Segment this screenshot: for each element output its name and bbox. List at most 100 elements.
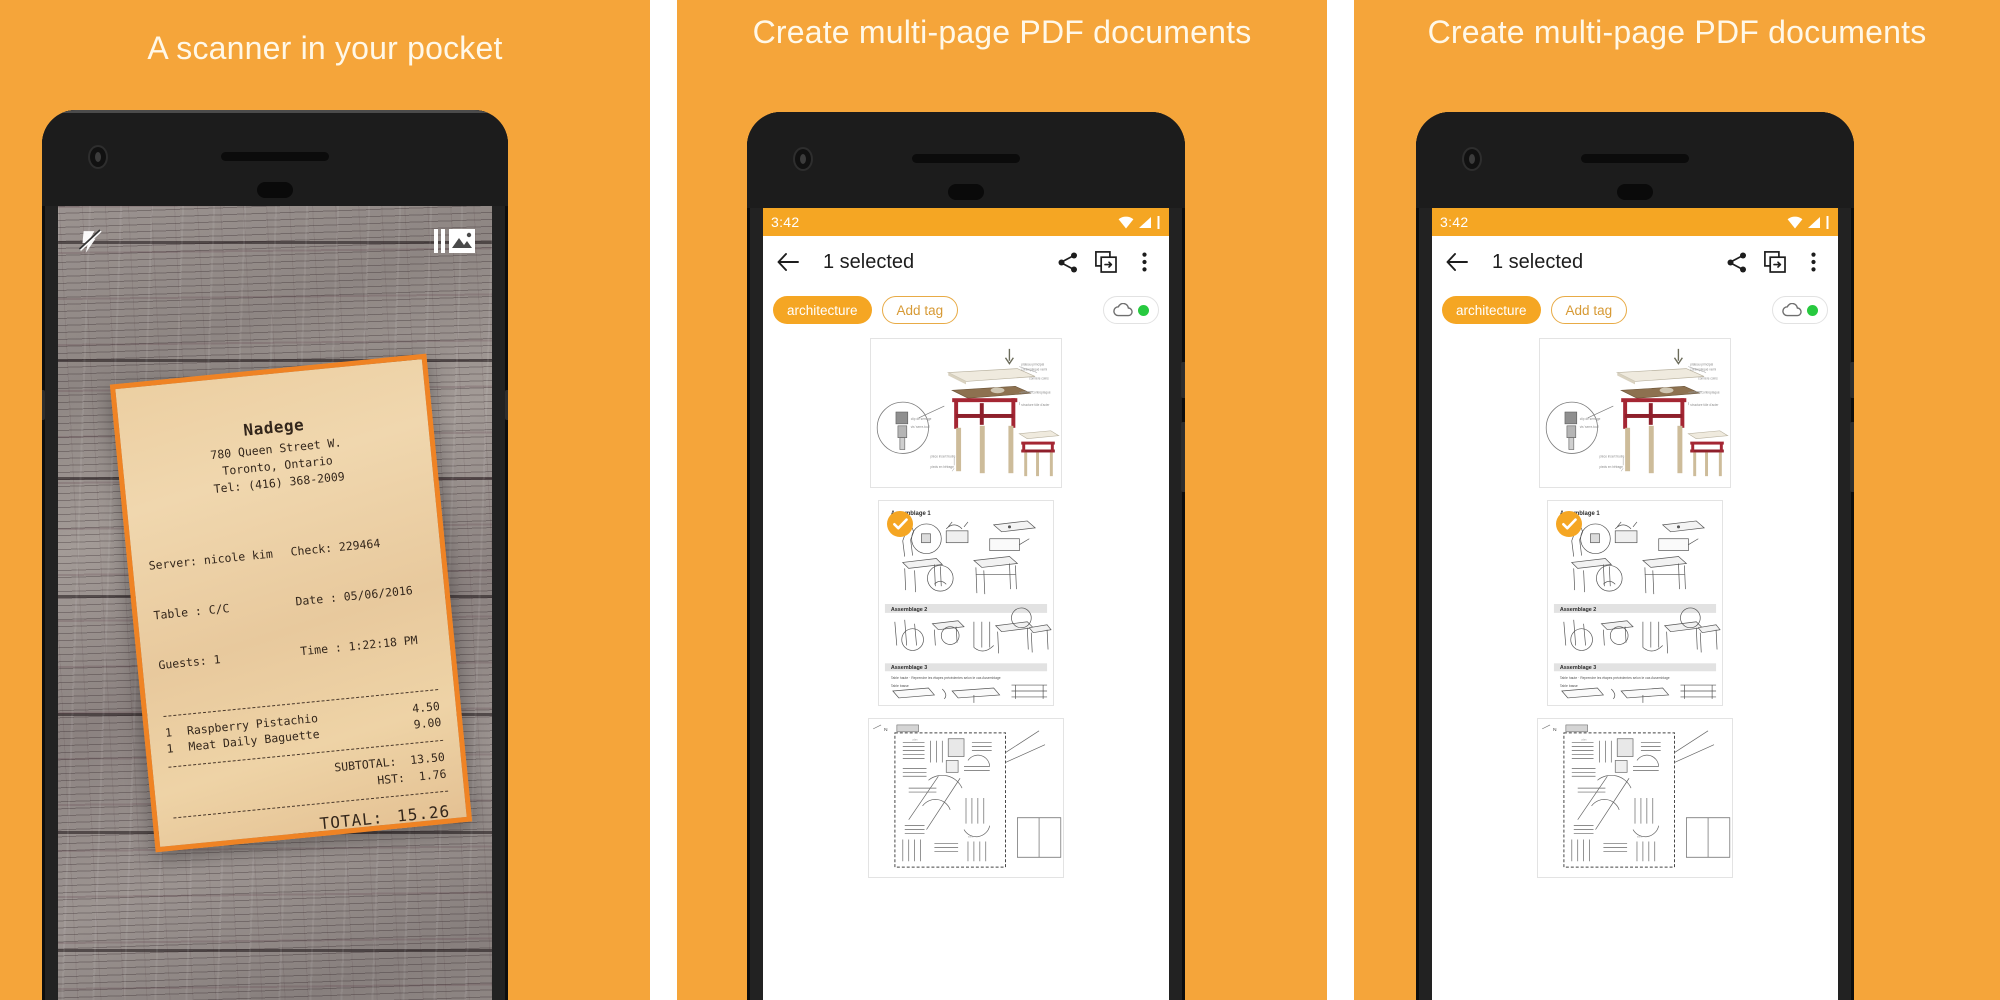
receipt-server: Server: nicole kim bbox=[147, 546, 274, 573]
power-button-3[interactable] bbox=[1850, 362, 1854, 398]
export-pdf-icon[interactable] bbox=[1093, 249, 1119, 275]
sensor-dot bbox=[948, 184, 984, 200]
svg-text:zone: zone bbox=[968, 836, 974, 839]
add-tag-button[interactable]: Add tag bbox=[881, 296, 959, 324]
overflow-menu-icon[interactable] bbox=[1800, 249, 1826, 275]
phone-top-bezel-2 bbox=[747, 112, 1185, 208]
svg-text:contreplaqué verni: contreplaqué verni bbox=[1021, 368, 1047, 372]
status-bar-2: 3:42 bbox=[763, 208, 1169, 236]
cloud-icon bbox=[1782, 303, 1802, 317]
receipt-total-amount: 15.26 bbox=[396, 801, 452, 826]
tag-chip-architecture[interactable]: architecture bbox=[1442, 296, 1541, 324]
volume-button-2[interactable] bbox=[1181, 422, 1185, 492]
svg-text:pièce insert feutre: pièce insert feutre bbox=[930, 454, 955, 458]
svg-text:Assemblage 2: Assemblage 2 bbox=[891, 607, 927, 613]
svg-text:zone: zone bbox=[1637, 836, 1643, 839]
volume-button-1[interactable] bbox=[42, 390, 45, 420]
phone-device-2: 3:42 1 selected architecture Add tag pla… bbox=[747, 112, 1185, 1000]
svg-text:Assemblage 3: Assemblage 3 bbox=[891, 665, 927, 671]
receipt-check: Check: 229464 bbox=[289, 535, 381, 559]
svg-text:Assemblage 3: Assemblage 3 bbox=[1560, 665, 1596, 671]
svg-text:pieds en hêtrage: pieds en hêtrage bbox=[930, 465, 954, 469]
signal-icon bbox=[1139, 216, 1151, 228]
sync-status-dot bbox=[1807, 304, 1818, 316]
volume-button-3[interactable] bbox=[1850, 422, 1854, 492]
front-camera-icon bbox=[1464, 149, 1480, 169]
share-icon[interactable] bbox=[1724, 249, 1750, 275]
svg-text:Assemblage 2: Assemblage 2 bbox=[1560, 607, 1596, 613]
document-thumbnail-exploded-diagram[interactable]: plateau principal contreplaqué verni cor… bbox=[870, 338, 1062, 488]
camera-viewfinder[interactable]: Nadege 780 Queen Street W. Toronto, Onta… bbox=[58, 206, 492, 1000]
svg-text:clip de serrage: clip de serrage bbox=[911, 417, 932, 421]
flash-off-icon[interactable] bbox=[76, 228, 102, 256]
svg-text:N: N bbox=[1553, 727, 1557, 733]
architectural-floorplan-svg: N planzone bbox=[1538, 719, 1732, 877]
promo-panel-2: Create multi-page PDF documents 3:42 1 s… bbox=[677, 0, 1327, 1000]
svg-text:contreplaqué verni: contreplaqué verni bbox=[1690, 368, 1716, 372]
svg-text:clip de serrage: clip de serrage bbox=[1580, 417, 1601, 421]
receipt-date: Date : 05/06/2016 bbox=[294, 582, 414, 609]
gallery-icon[interactable] bbox=[434, 226, 476, 256]
export-pdf-icon[interactable] bbox=[1762, 249, 1788, 275]
sensor-dot bbox=[257, 182, 293, 198]
back-arrow-icon[interactable] bbox=[775, 249, 801, 275]
receipt-table: Table : C/C bbox=[152, 600, 231, 623]
svg-text:pièce insert feutre: pièce insert feutre bbox=[1599, 454, 1624, 458]
phone-screen-2: 3:42 1 selected architecture Add tag pla… bbox=[763, 208, 1169, 1000]
cloud-sync-status[interactable] bbox=[1772, 296, 1828, 324]
status-bar-icons bbox=[1787, 215, 1830, 229]
panel-3-headline: Create multi-page PDF documents bbox=[1427, 14, 1927, 50]
cloud-sync-status[interactable] bbox=[1103, 296, 1159, 324]
svg-text:plateau principal: plateau principal bbox=[1690, 363, 1713, 367]
add-tag-button[interactable]: Add tag bbox=[1550, 296, 1628, 324]
architectural-floorplan-svg: N planzone bbox=[869, 719, 1063, 877]
status-bar-3: 3:42 bbox=[1432, 208, 1838, 236]
power-button-2[interactable] bbox=[1181, 362, 1185, 398]
panel-gutter-1 bbox=[650, 0, 677, 1000]
svg-text:structure tôle d'acier: structure tôle d'acier bbox=[1690, 403, 1718, 407]
svg-text:cornière coins: cornière coins bbox=[1698, 376, 1718, 380]
selected-check-badge[interactable] bbox=[887, 511, 913, 537]
svg-text:plan: plan bbox=[1582, 738, 1587, 742]
panel-2-headline: Create multi-page PDF documents bbox=[752, 14, 1252, 50]
document-thumbnail-exploded-diagram[interactable]: plateau principal contreplaqué verni cor… bbox=[1539, 338, 1731, 488]
document-list-3[interactable]: plateau principal contreplaqué verni cor… bbox=[1432, 332, 1838, 1000]
receipt-hst-amount: 1.76 bbox=[418, 766, 448, 783]
app-toolbar-3: 1 selected bbox=[1432, 236, 1838, 288]
toolbar-title: 1 selected bbox=[823, 250, 915, 273]
detected-receipt-document[interactable]: Nadege 780 Queen Street W. Toronto, Onta… bbox=[109, 353, 473, 853]
phone-screen-1: Nadege 780 Queen Street W. Toronto, Onta… bbox=[58, 206, 492, 1000]
document-thumbnail-assembly[interactable]: Assemblage 1 Assemblage 2 Assemblage 3 T… bbox=[1547, 500, 1723, 706]
front-camera-icon bbox=[795, 149, 811, 169]
receipt-time: Time : 1:22:18 PM bbox=[299, 632, 419, 658]
svg-text:plateau contreplaqué: plateau contreplaqué bbox=[1021, 390, 1051, 394]
sync-status-dot bbox=[1138, 304, 1149, 316]
panel-1-headline: A scanner in your pocket bbox=[147, 30, 503, 66]
exploded-furniture-svg: plateau principal contreplaqué verni cor… bbox=[1540, 339, 1730, 487]
sensor-dot bbox=[1617, 184, 1653, 200]
svg-text:cornière coins: cornière coins bbox=[1029, 376, 1049, 380]
exploded-furniture-svg: plateau principal contreplaqué verni cor… bbox=[871, 339, 1061, 487]
back-arrow-icon[interactable] bbox=[1444, 249, 1470, 275]
signal-icon bbox=[1808, 216, 1820, 228]
overflow-menu-icon[interactable] bbox=[1131, 249, 1157, 275]
document-thumbnail-floorplan[interactable]: N plan zone bbox=[868, 718, 1064, 878]
phone-top-bezel-1 bbox=[42, 110, 508, 206]
document-thumbnail-assembly[interactable]: Assemblage 1 Assemblage 2 Assemblage 3 T… bbox=[878, 500, 1054, 706]
share-icon[interactable] bbox=[1055, 249, 1081, 275]
document-list-2[interactable]: plateau principal contreplaqué verni cor… bbox=[763, 332, 1169, 1000]
status-bar-time: 3:42 bbox=[771, 214, 800, 230]
power-button-1[interactable] bbox=[505, 390, 508, 420]
phone-screen-3: 3:42 1 selected architecture Add tag pla… bbox=[1432, 208, 1838, 1000]
status-bar-time: 3:42 bbox=[1440, 214, 1469, 230]
selected-check-badge[interactable] bbox=[1556, 511, 1582, 537]
panel-gutter-2 bbox=[1327, 0, 1354, 1000]
document-thumbnail-floorplan[interactable]: N plan zone bbox=[1537, 718, 1733, 878]
tag-chip-architecture[interactable]: architecture bbox=[773, 296, 872, 324]
wifi-icon bbox=[1787, 216, 1803, 228]
svg-text:vis 'serre-tout': vis 'serre-tout' bbox=[1580, 425, 1600, 429]
svg-text:Table haute · Reprendre les ét: Table haute · Reprendre les étapes précé… bbox=[891, 676, 1001, 680]
promo-panel-3: Create multi-page PDF documents 3:42 1 s… bbox=[1354, 0, 2000, 1000]
tag-bar-3: architecture Add tag bbox=[1432, 288, 1838, 332]
svg-text:plan: plan bbox=[913, 738, 918, 742]
